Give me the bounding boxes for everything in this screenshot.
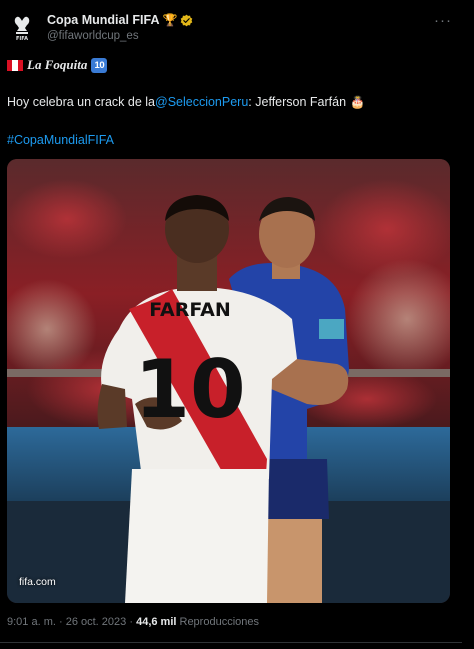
meta-separator: · xyxy=(58,616,63,628)
fifa-world-cup-logo-icon: FIFA xyxy=(14,16,30,41)
svg-text:FIFA: FIFA xyxy=(16,36,28,41)
tweet-meta: 9:01 a. m. · 26 oct. 2023 · 44,6 mil Rep… xyxy=(7,616,259,628)
meta-separator: · xyxy=(129,616,134,628)
views-label: Reproducciones xyxy=(179,616,260,628)
tweet-photo[interactable]: FARFAN 10 fifa.com xyxy=(7,159,450,603)
tweet-card: FIFA Copa Mundial FIFA 🏆 @fifaworldcup_e… xyxy=(0,0,474,649)
tweet-text-prefix: Hoy celebra un crack de la xyxy=(7,95,155,109)
tweet-title-text: La Foquita xyxy=(27,57,88,72)
hashtag-link[interactable]: #CopaMundialFIFA xyxy=(7,133,114,147)
tweet-line-2: Hoy celebra un crack de la @SeleccionPer… xyxy=(7,95,365,109)
birthday-cake-icon: 🎂 xyxy=(350,95,365,109)
tweet-text-suffix: : Jefferson Farfán xyxy=(248,95,347,109)
tweet-date[interactable]: 26 oct. 2023 xyxy=(66,616,127,628)
tweet-line-1: La Foquita 10 xyxy=(7,57,108,73)
verified-gold-icon xyxy=(181,14,193,26)
keycap-ten-icon: 10 xyxy=(91,57,108,73)
media-source-label: fifa.com xyxy=(19,576,56,588)
divider xyxy=(0,642,462,643)
author-handle[interactable]: @fifaworldcup_es xyxy=(47,30,139,42)
jersey-name-text: FARFAN xyxy=(149,299,231,321)
fifa-logo-avatar[interactable]: FIFA xyxy=(9,14,35,42)
author-name-row: Copa Mundial FIFA 🏆 xyxy=(47,13,193,27)
author-display-name[interactable]: Copa Mundial FIFA xyxy=(47,13,160,27)
photo-illustration: FARFAN 10 xyxy=(7,159,450,603)
mention-link[interactable]: @SeleccionPeru xyxy=(155,95,248,109)
more-options-icon[interactable]: ··· xyxy=(434,12,452,29)
peru-flag-icon xyxy=(7,59,23,71)
jersey-number-text: 10 xyxy=(134,343,245,436)
views-count: 44,6 mil xyxy=(136,616,177,628)
trophy-icon: 🏆 xyxy=(162,13,178,27)
tweet-time[interactable]: 9:01 a. m. xyxy=(7,616,56,628)
